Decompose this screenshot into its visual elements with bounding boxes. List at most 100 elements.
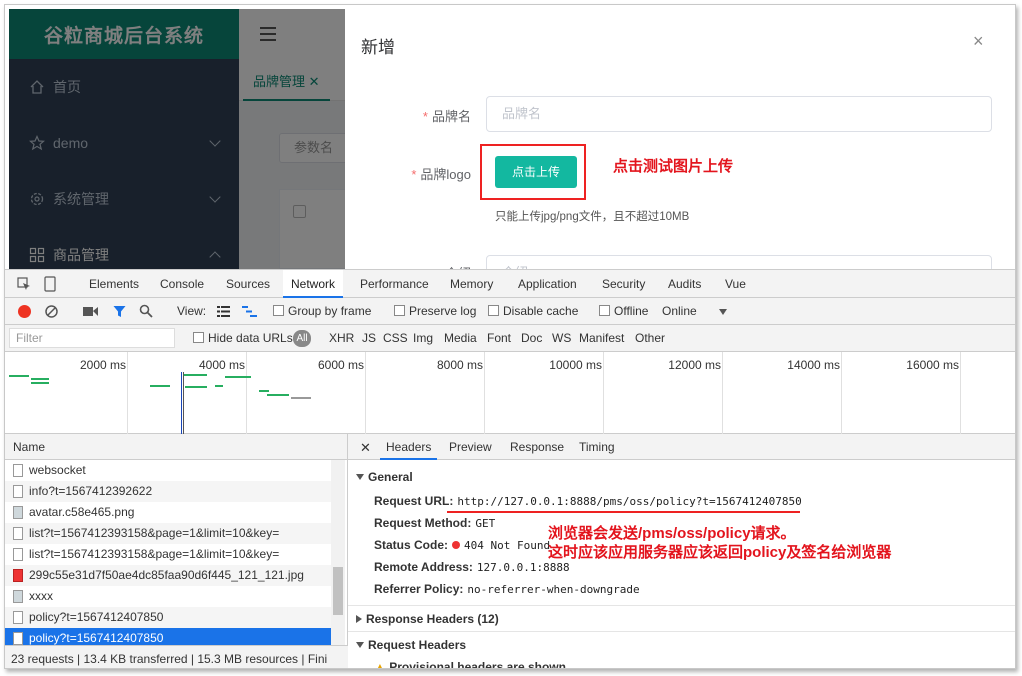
brand-name-input[interactable]: 品牌名 bbox=[486, 96, 992, 132]
name-column-header[interactable]: Name bbox=[5, 434, 347, 460]
dropdown-arrow-icon[interactable] bbox=[719, 309, 727, 315]
group-by-frame-checkbox[interactable]: Group by frame bbox=[273, 298, 371, 325]
request-row[interactable]: info?t=1567412392622 bbox=[5, 481, 331, 502]
response-headers-title: Response Headers (12) bbox=[366, 612, 499, 626]
triangle-down-icon bbox=[356, 474, 364, 480]
request-name: info?t=1567412392622 bbox=[29, 484, 153, 498]
filter-other[interactable]: Other bbox=[635, 325, 665, 352]
request-row[interactable]: list?t=1567412393158&page=1&limit=10&key… bbox=[5, 523, 331, 544]
filter-font[interactable]: Font bbox=[487, 325, 511, 352]
general-section-title: General bbox=[368, 470, 413, 484]
header-value: http://127.0.0.1:8888/pms/oss/policy?t=1… bbox=[457, 495, 802, 508]
tab-audits[interactable]: Audits bbox=[668, 270, 701, 298]
intro-input[interactable]: 介绍 bbox=[486, 255, 992, 269]
filter-media[interactable]: Media bbox=[444, 325, 477, 352]
tab-security[interactable]: Security bbox=[602, 270, 645, 298]
filter-ws[interactable]: WS bbox=[552, 325, 571, 352]
filter-xhr[interactable]: XHR bbox=[329, 325, 354, 352]
offline-checkbox[interactable]: Offline bbox=[599, 298, 648, 325]
request-name: 299c55e31d7f50ae4dc85faa90d6f445_121_121… bbox=[29, 568, 304, 582]
tab-memory[interactable]: Memory bbox=[450, 270, 493, 298]
inspect-icon[interactable] bbox=[17, 277, 31, 291]
tab-console[interactable]: Console bbox=[160, 270, 204, 298]
request-row[interactable]: policy?t=1567412407850 bbox=[5, 607, 331, 628]
annotation-line: 浏览器会发送/pms/oss/policy请求。 bbox=[548, 525, 796, 542]
warning-icon: ▲ bbox=[374, 660, 390, 669]
network-toolbar: View: Group by frame Preserve log Disabl… bbox=[5, 298, 1015, 325]
camera-icon[interactable] bbox=[83, 306, 98, 317]
required-mark: * bbox=[411, 167, 417, 182]
clear-icon[interactable] bbox=[45, 305, 58, 318]
search-icon[interactable] bbox=[139, 304, 153, 318]
filter-img[interactable]: Img bbox=[413, 325, 433, 352]
tab-sources[interactable]: Sources bbox=[226, 270, 270, 298]
request-name: xxxx bbox=[29, 589, 53, 603]
record-icon[interactable] bbox=[18, 305, 31, 318]
timeline-tick: 10000 ms bbox=[549, 358, 602, 372]
admin-app: 谷粒商城后台系统 首页 demo 系统管理 商品管理 bbox=[5, 5, 1015, 269]
tab-preview[interactable]: Preview bbox=[449, 434, 492, 460]
triangle-down-icon bbox=[356, 642, 364, 648]
disable-cache-checkbox[interactable]: Disable cache bbox=[488, 298, 578, 325]
tab-application[interactable]: Application bbox=[518, 270, 577, 298]
annotation-upload: 点击测试图片上传 bbox=[613, 158, 734, 175]
filter-input[interactable]: Filter bbox=[9, 328, 175, 348]
tab-vue[interactable]: Vue bbox=[725, 270, 746, 298]
annotation-line: 这时应该应用服务器应该返回policy及签名给浏览器 bbox=[548, 544, 892, 561]
tab-timing[interactable]: Timing bbox=[579, 434, 615, 460]
filter-icon[interactable] bbox=[113, 305, 126, 318]
upload-button[interactable]: 点击上传 bbox=[495, 156, 577, 188]
request-list: Name websocket info?t=1567412392622 avat… bbox=[5, 434, 348, 668]
preserve-log-label: Preserve log bbox=[409, 304, 477, 318]
tab-headers[interactable]: Headers bbox=[380, 434, 438, 460]
disable-cache-label: Disable cache bbox=[503, 304, 579, 318]
close-icon[interactable]: ✕ bbox=[360, 434, 371, 460]
header-value: 127.0.0.1:8888 bbox=[476, 561, 570, 574]
filter-manifest[interactable]: Manifest bbox=[579, 325, 624, 352]
scrollbar[interactable] bbox=[331, 460, 345, 645]
required-mark: * bbox=[422, 109, 428, 124]
list-view-icon[interactable] bbox=[217, 306, 230, 317]
header-key: Request URL: bbox=[374, 494, 454, 508]
request-name: avatar.c58e465.png bbox=[29, 505, 135, 519]
screenshot-frame: 谷粒商城后台系统 首页 demo 系统管理 商品管理 bbox=[4, 4, 1016, 669]
close-icon[interactable]: × bbox=[973, 31, 984, 52]
request-name: policy?t=1567412407850 bbox=[29, 610, 164, 624]
preserve-log-checkbox[interactable]: Preserve log bbox=[394, 298, 476, 325]
timeline-tick: 14000 ms bbox=[787, 358, 840, 372]
filter-doc[interactable]: Doc bbox=[521, 325, 542, 352]
tab-network[interactable]: Network bbox=[283, 270, 344, 298]
hide-data-urls-checkbox[interactable]: Hide data URLs bbox=[193, 325, 293, 352]
request-row[interactable]: list?t=1567412393158&page=1&limit=10&key… bbox=[5, 544, 331, 565]
request-row[interactable]: websocket bbox=[5, 460, 331, 481]
file-icon bbox=[13, 527, 23, 540]
header-request-method: Request Method: GET bbox=[374, 516, 495, 530]
request-row[interactable]: avatar.c58e465.png bbox=[5, 502, 331, 523]
tab-response[interactable]: Response bbox=[510, 434, 564, 460]
request-headers-toggle[interactable]: Request Headers bbox=[356, 638, 466, 652]
provisional-text: Provisional headers are shown bbox=[389, 660, 566, 669]
request-name: websocket bbox=[29, 463, 86, 477]
tab-performance[interactable]: Performance bbox=[360, 270, 429, 298]
waterfall-view-icon[interactable] bbox=[242, 306, 257, 317]
filter-js[interactable]: JS bbox=[362, 325, 376, 352]
brand-logo-label-text: 品牌logo bbox=[420, 167, 471, 182]
summary-text: 23 requests | 13.4 KB transferred | 15.3… bbox=[11, 652, 328, 666]
header-value: no-referrer-when-downgrade bbox=[467, 583, 640, 596]
group-by-frame-label: Group by frame bbox=[288, 304, 372, 318]
scrollbar-thumb[interactable] bbox=[333, 567, 343, 615]
request-row[interactable]: 299c55e31d7f50ae4dc85faa90d6f445_121_121… bbox=[5, 565, 331, 586]
tab-elements[interactable]: Elements bbox=[89, 270, 139, 298]
filter-css[interactable]: CSS bbox=[383, 325, 408, 352]
header-value: 404 Not Found bbox=[464, 539, 551, 552]
device-toolbar-icon[interactable] bbox=[43, 276, 57, 292]
request-name: list?t=1567412393158&page=1&limit=10&key… bbox=[29, 526, 280, 540]
offline-label: Offline bbox=[614, 304, 649, 318]
triangle-right-icon bbox=[356, 615, 362, 623]
response-headers-toggle[interactable]: Response Headers (12) bbox=[356, 612, 499, 626]
general-section-toggle[interactable]: General bbox=[356, 470, 413, 484]
header-referrer-policy: Referrer Policy: no-referrer-when-downgra… bbox=[374, 582, 640, 596]
request-row[interactable]: xxxx bbox=[5, 586, 331, 607]
throttle-select[interactable]: Online bbox=[662, 298, 697, 325]
filter-all[interactable]: All bbox=[293, 330, 311, 347]
